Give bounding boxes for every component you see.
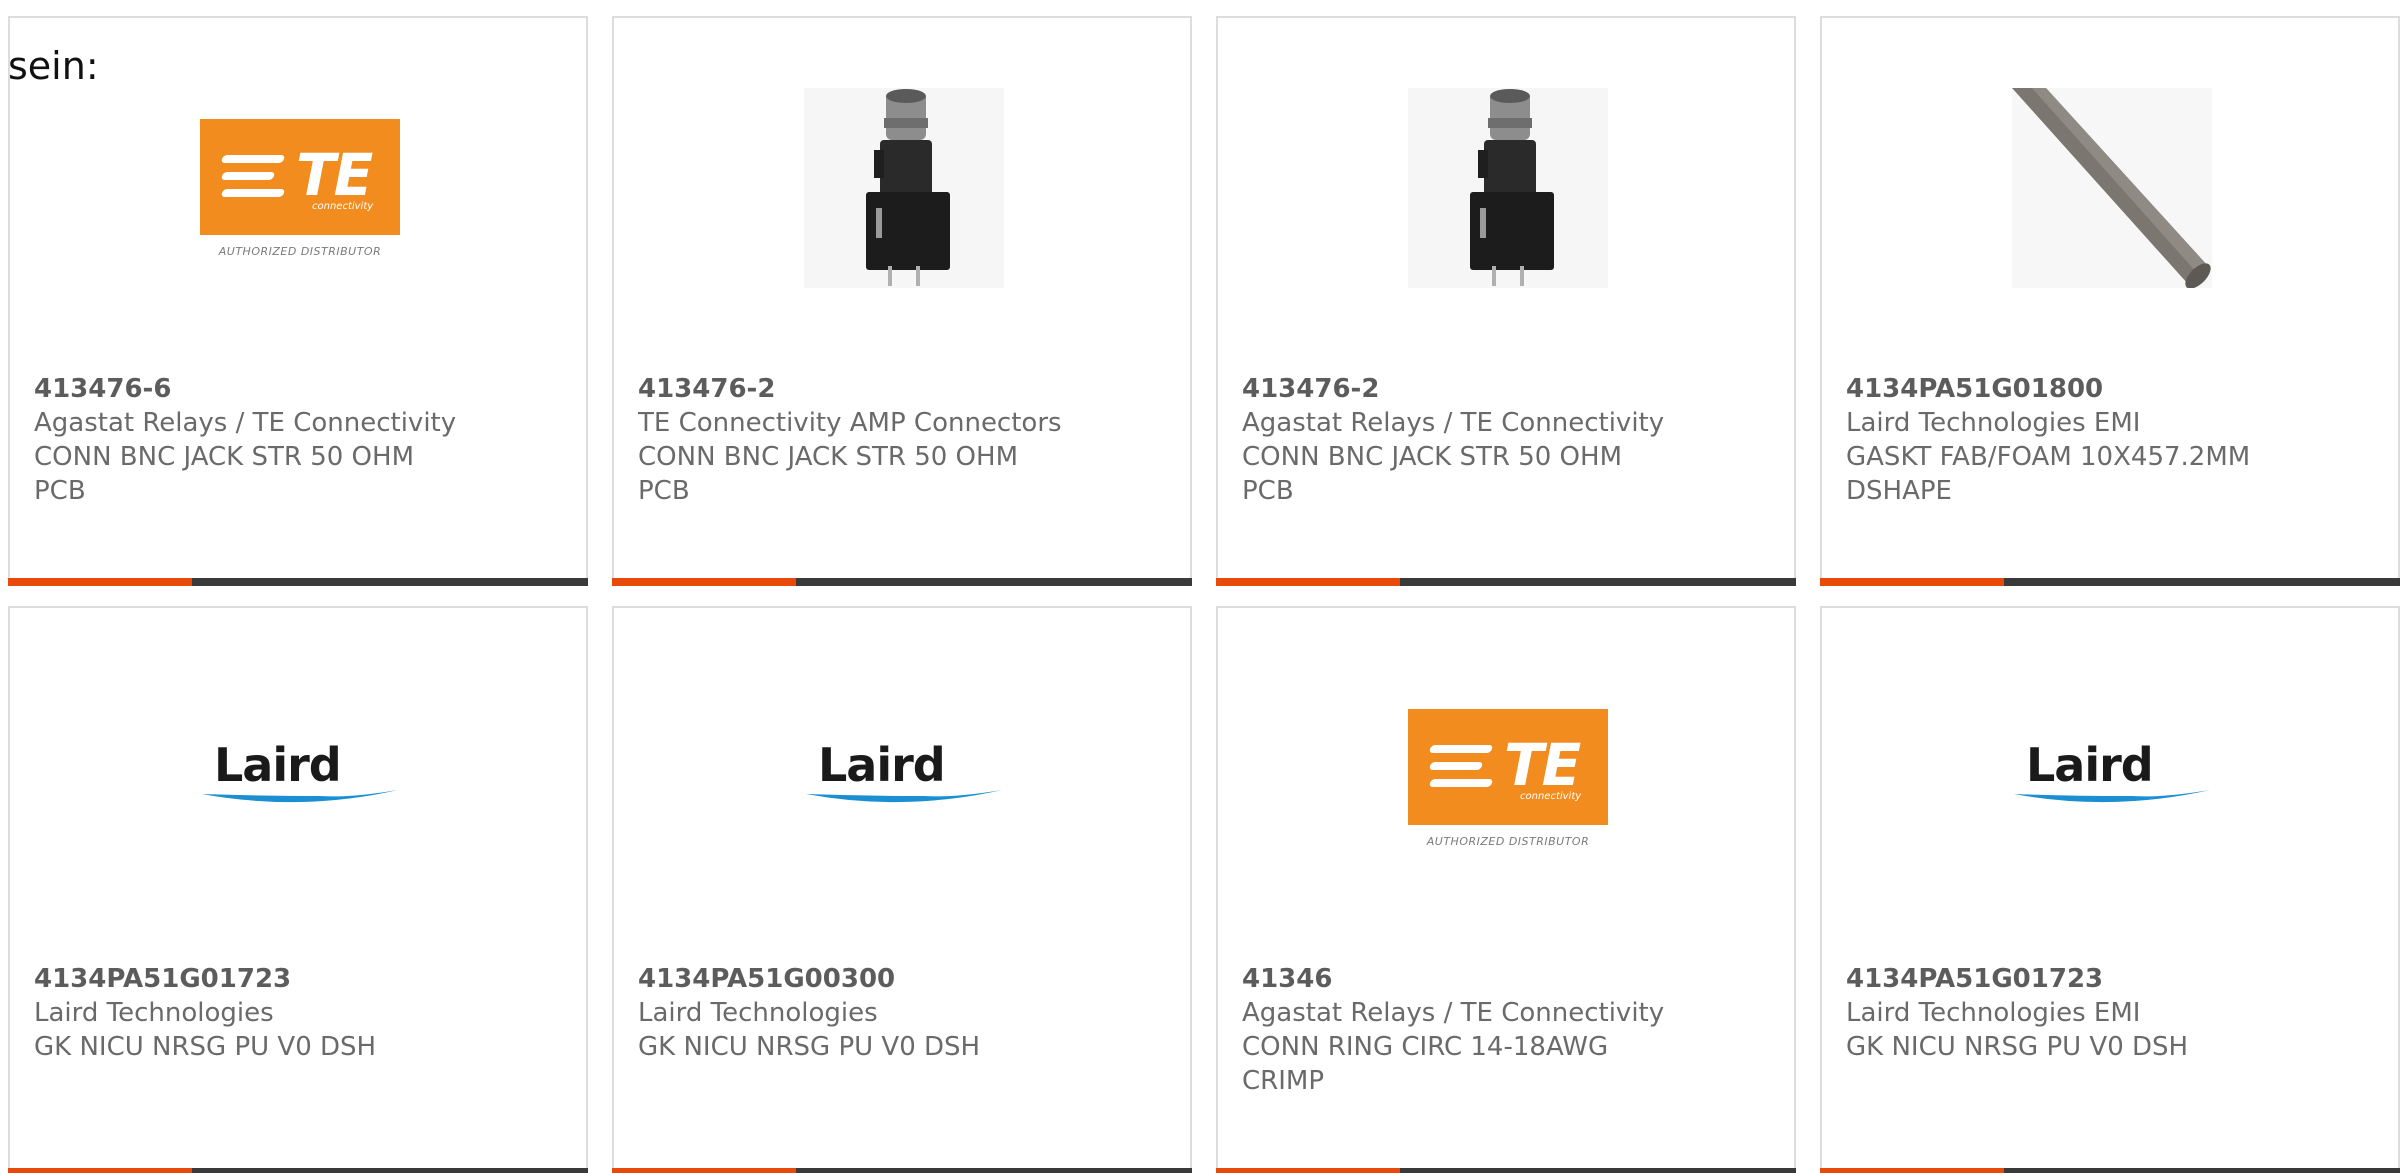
product-image[interactable]: Laird [2012,678,2212,878]
card-bottom-bar [1820,578,2400,586]
card-bottom-bar [612,1168,1192,1173]
product-description: GK NICU NRSG PU V0 DSH [34,1032,377,1062]
te-logo-stripes [1428,744,1494,796]
te-connectivity-logo: TE connectivity AUTHORIZED DISTRIBUTOR [1408,708,1608,848]
te-logo-stripes [220,154,286,206]
product-part-number[interactable]: 4134PA51G01723 [1846,962,2366,996]
card-bottom-bar-accent [8,578,192,586]
product-manufacturer: Agastat Relays / TE Connectivity [34,408,457,438]
product-manufacturer: Laird Technologies [638,998,878,1028]
card-bottom-bar-accent [1216,578,1400,586]
product-image[interactable] [2012,88,2212,288]
product-grid-page: sein: TE connectivity AUTHORIZED DISTRIBUT… [0,0,2400,1173]
product-description-continued: PCB [34,476,86,506]
authorized-distributor-label: AUTHORIZED DISTRIBUTOR [1426,834,1590,848]
product-card[interactable]: TE connectivity AUTHORIZED DISTRIBUTOR 4134… [1216,606,1796,1173]
product-description-continued: CRIMP [1242,1066,1324,1096]
te-logo-stripe [1428,778,1494,787]
card-bottom-bar [1820,1168,2400,1173]
card-bottom-bar-accent [1216,1168,1400,1173]
lead-text: sein: [8,44,99,88]
te-logo-stripe [220,154,286,163]
product-info: 4134PA51G01800 Laird Technologies EMI GASK… [1846,372,2366,508]
product-part-number[interactable]: 413476-2 [1242,372,1762,406]
product-part-number[interactable]: 41346 [1242,962,1762,996]
product-image[interactable] [804,88,1004,288]
product-description: CONN BNC JACK STR 50 OHM [638,442,1019,472]
product-description: CONN RING CIRC 14-18AWG [1242,1032,1609,1062]
product-image[interactable] [1408,88,1608,288]
product-info: 4134PA51G01723 Laird Technologies GK NICU … [34,962,554,1064]
card-bottom-bar [1216,1168,1796,1173]
te-logo-stripe [220,188,286,197]
card-bottom-bar-accent [612,1168,796,1173]
laird-swoosh-icon [202,790,398,803]
product-info: 41346 Agastat Relays / TE Connectivity CON… [1242,962,1762,1098]
product-description-continued: PCB [638,476,690,506]
card-bottom-bar [8,1168,588,1173]
product-part-number[interactable]: 413476-2 [638,372,1158,406]
product-card[interactable]: TE connectivity AUTHORIZED DISTRIBUTOR 4134… [8,16,588,586]
product-info: 413476-2 Agastat Relays / TE Connectivity… [1242,372,1762,508]
laird-swoosh-icon [806,790,1002,803]
te-logo-stripe [1428,761,1484,770]
product-info: 4134PA51G00300 Laird Technologies GK NICU … [638,962,1158,1064]
product-part-number[interactable]: 4134PA51G00300 [638,962,1158,996]
product-description: GK NICU NRSG PU V0 DSH [638,1032,981,1062]
product-description: CONN BNC JACK STR 50 OHM [1242,442,1623,472]
te-connectivity-logo: TE connectivity AUTHORIZED DISTRIBUTOR [200,118,400,258]
product-part-number[interactable]: 4134PA51G01800 [1846,372,2366,406]
card-bottom-bar [612,578,1192,586]
product-manufacturer: Laird Technologies [34,998,274,1028]
product-image[interactable]: TE connectivity AUTHORIZED DISTRIBUTOR [200,88,400,288]
product-image[interactable]: Laird [804,678,1004,878]
te-logo-subtitle: connectivity [312,200,374,212]
te-logo-letters: TE [1504,730,1581,799]
product-card[interactable]: 413476-2 TE Connectivity AMP Connectors CO… [612,16,1192,586]
card-bottom-bar-accent [8,1168,192,1173]
product-manufacturer: Agastat Relays / TE Connectivity [1242,998,1665,1028]
product-description-continued: PCB [1242,476,1294,506]
te-logo-stripe [1428,744,1494,753]
product-description: CONN BNC JACK STR 50 OHM [34,442,415,472]
bnc-connector-image [804,88,1004,288]
laird-logo: Laird [804,738,1004,818]
product-info: 413476-2 TE Connectivity AMP Connectors CO… [638,372,1158,508]
product-info: 413476-6 Agastat Relays / TE Connectivity… [34,372,554,508]
card-bottom-bar-accent [612,578,796,586]
te-logo-stripe [220,171,276,180]
laird-swoosh-icon [2014,790,2210,803]
product-manufacturer: TE Connectivity AMP Connectors [638,408,1062,438]
product-card[interactable]: Laird 4134PA51G01723 Laird Technologies GK … [8,606,588,1173]
gasket-strip-image [2012,88,2212,288]
authorized-distributor-label: AUTHORIZED DISTRIBUTOR [218,244,382,258]
te-logo-letters: TE [296,140,373,209]
bnc-connector-image [1408,88,1608,288]
product-card[interactable]: 4134PA51G01800 Laird Technologies EMI GASK… [1820,16,2400,586]
product-image[interactable]: Laird [200,678,400,878]
product-card[interactable]: Laird 4134PA51G01723 Laird Technologies EM… [1820,606,2400,1173]
product-card[interactable]: Laird 4134PA51G00300 Laird Technologies GK … [612,606,1192,1173]
product-part-number[interactable]: 4134PA51G01723 [34,962,554,996]
card-bottom-bar-accent [1820,578,2004,586]
product-description: GASKT FAB/FOAM 10X457.2MM [1846,442,2251,472]
product-manufacturer: Agastat Relays / TE Connectivity [1242,408,1665,438]
te-logo-subtitle: connectivity [1520,790,1582,802]
laird-logo: Laird [2012,738,2212,818]
product-manufacturer: Laird Technologies EMI [1846,408,2141,438]
product-info: 4134PA51G01723 Laird Technologies EMI GK N… [1846,962,2366,1064]
laird-logo: Laird [200,738,400,818]
product-description: GK NICU NRSG PU V0 DSH [1846,1032,2189,1062]
te-logo-box: TE connectivity [200,118,400,235]
product-image[interactable]: TE connectivity AUTHORIZED DISTRIBUTOR [1408,678,1608,878]
product-card[interactable]: 413476-2 Agastat Relays / TE Connectivity… [1216,16,1796,586]
product-manufacturer: Laird Technologies EMI [1846,998,2141,1028]
card-bottom-bar [1216,578,1796,586]
card-bottom-bar [8,578,588,586]
card-bottom-bar-accent [1820,1168,2004,1173]
te-logo-box: TE connectivity [1408,708,1608,825]
product-description-continued: DSHAPE [1846,476,1952,506]
product-part-number[interactable]: 413476-6 [34,372,554,406]
